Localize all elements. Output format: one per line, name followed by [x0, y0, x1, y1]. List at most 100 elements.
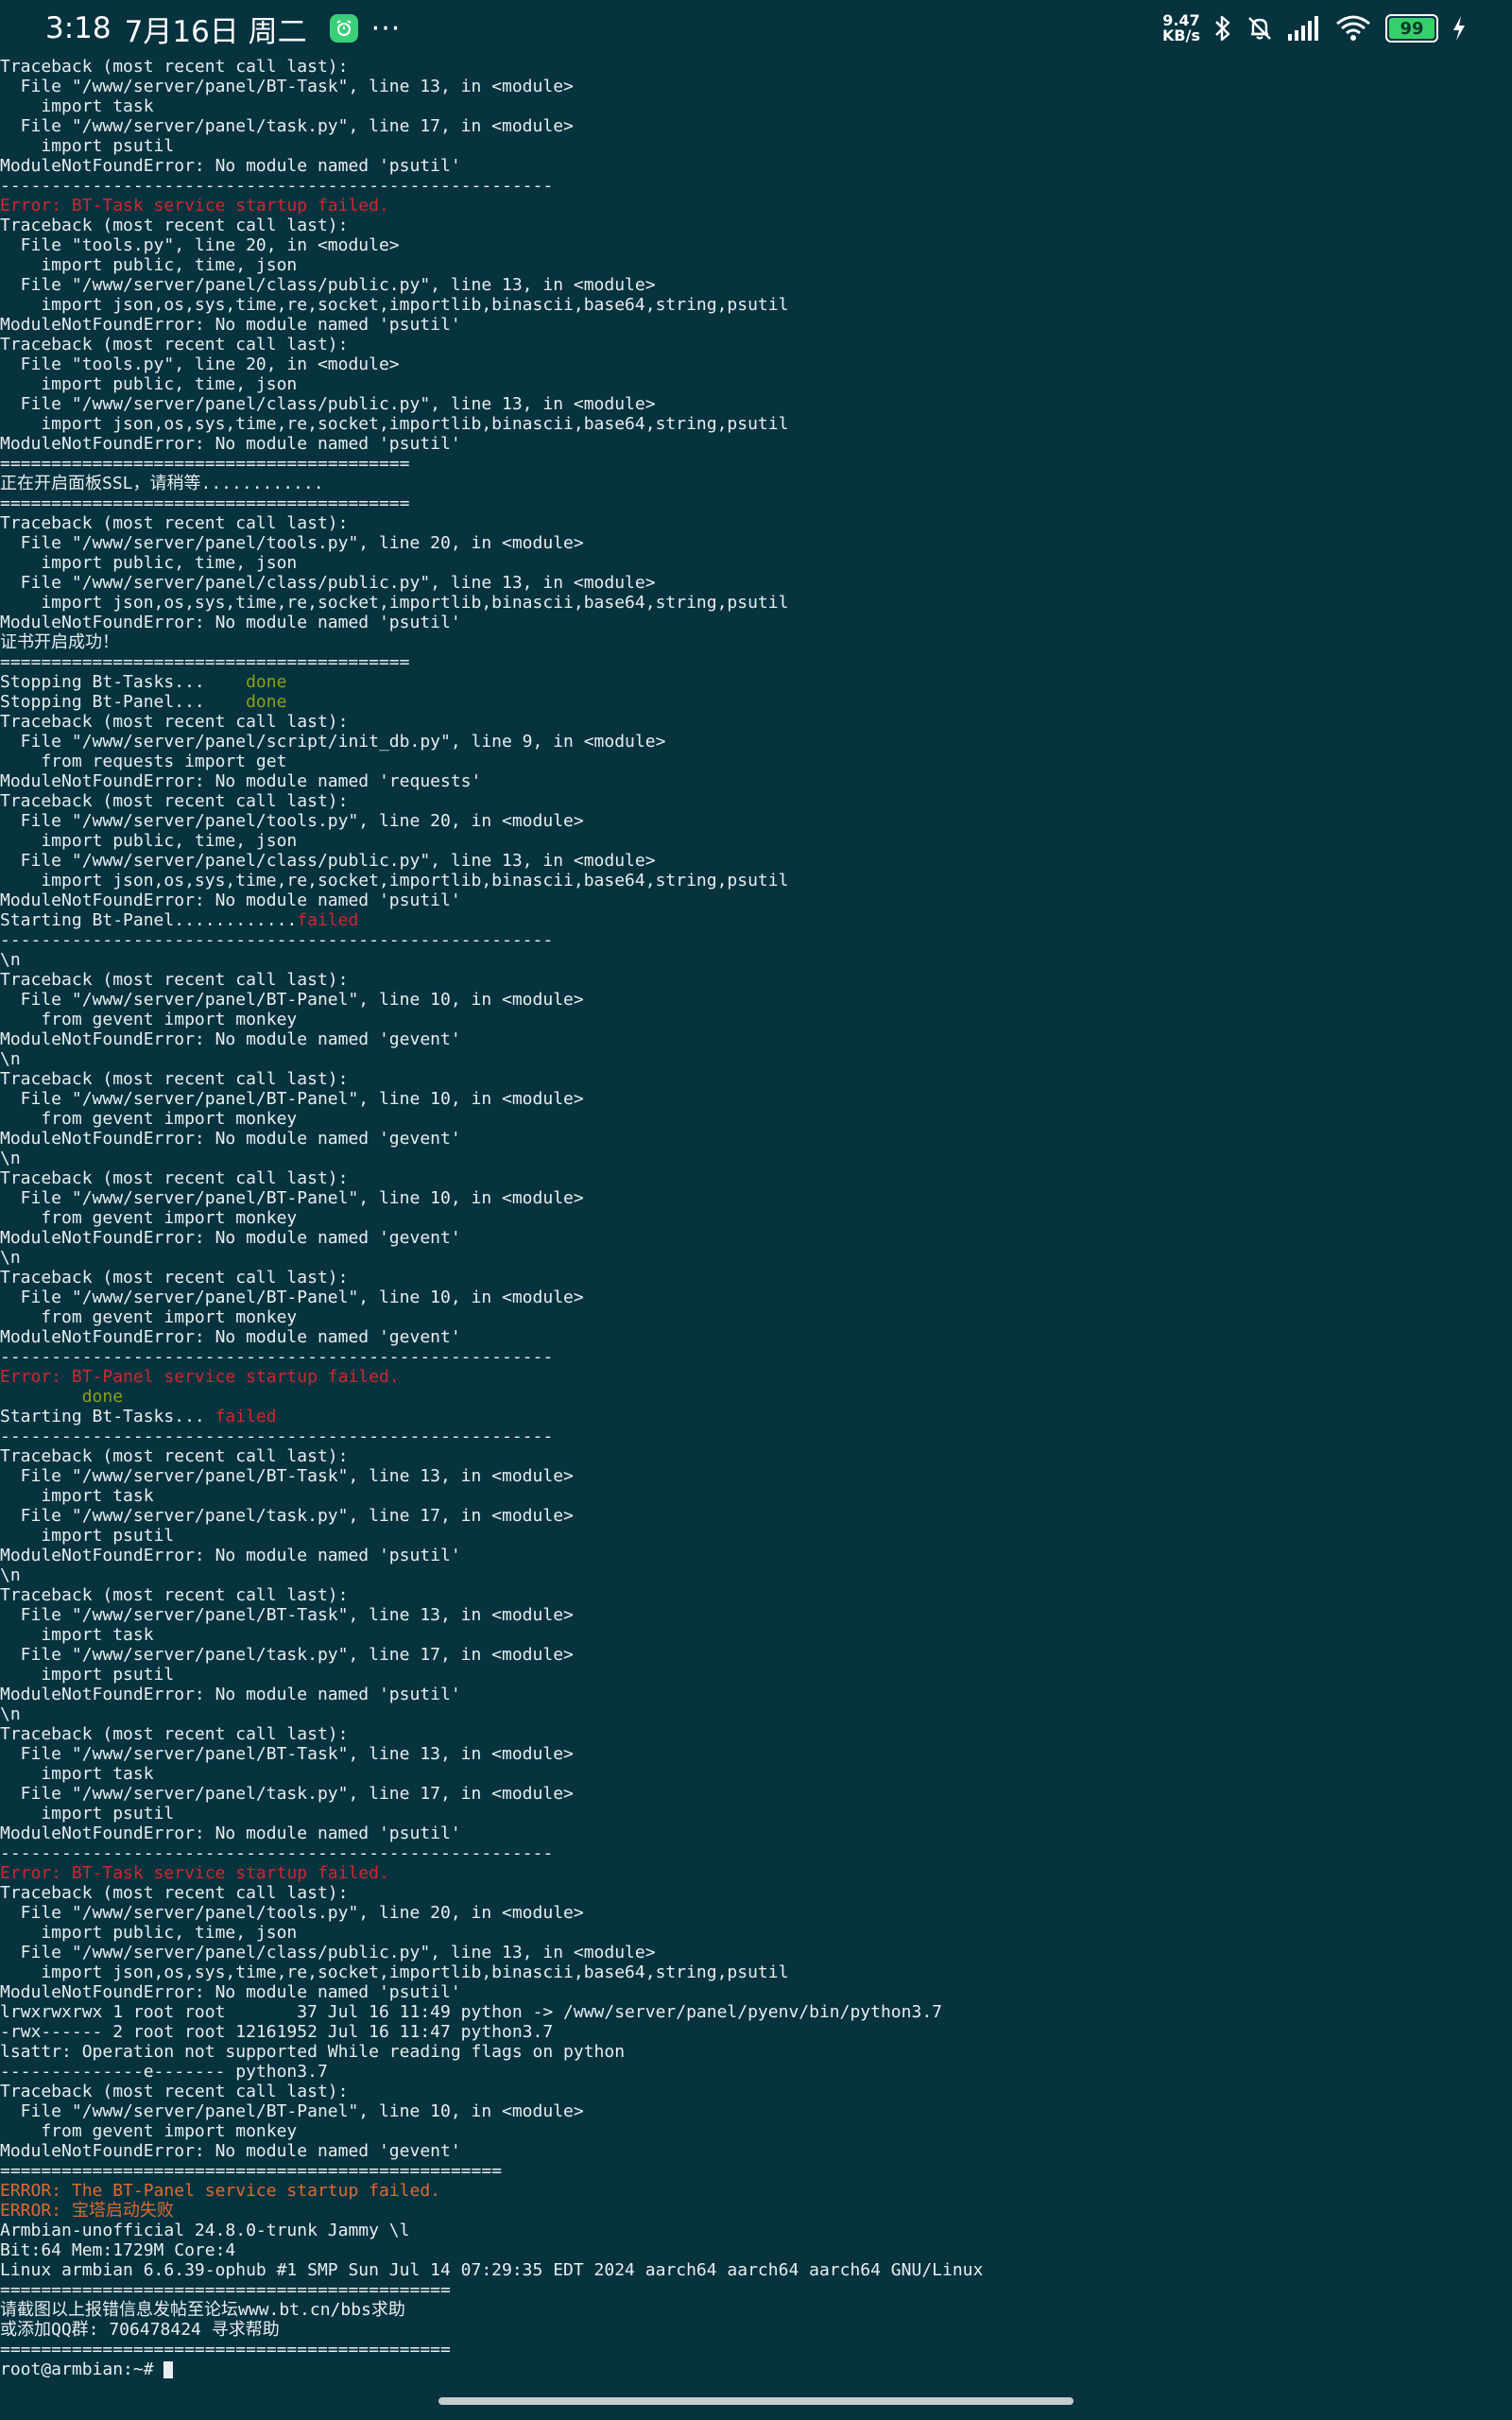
terminal-line-text: File "/www/server/panel/BT-Task", line 1…: [0, 1605, 574, 1625]
terminal-line-text: import task: [0, 1764, 154, 1784]
terminal-line: \n: [0, 950, 1512, 970]
alarm-app-icon: [329, 14, 358, 43]
terminal-line: Traceback (most recent call last):: [0, 57, 1512, 77]
terminal-line: Traceback (most recent call last):: [0, 1268, 1512, 1288]
terminal-line: ========================================…: [0, 2280, 1512, 2300]
terminal-line: root@armbian:~#: [0, 2360, 1512, 2379]
terminal-line: Error: BT-Panel service startup failed.: [0, 1367, 1512, 1387]
terminal-line: 证书开启成功！: [0, 632, 1512, 652]
terminal-line-text: import json,os,sys,time,re,socket,import…: [0, 871, 789, 890]
terminal-line: 正在开启面板SSL，请稍等............: [0, 474, 1512, 493]
terminal-line-text: ModuleNotFoundError: No module named 'ge…: [0, 2141, 461, 2161]
status-done: done: [81, 1387, 124, 1407]
terminal-line: File "/www/server/panel/tools.py", line …: [0, 1903, 1512, 1923]
terminal-line-text: \n: [0, 1565, 21, 1585]
terminal-line: ----------------------------------------…: [0, 176, 1512, 196]
terminal-line-text: File "/www/server/panel/class/public.py"…: [0, 1943, 656, 1962]
status-done: done: [246, 672, 287, 692]
terminal-line: Error: BT-Task service startup failed.: [0, 1863, 1512, 1883]
terminal-line-text: ModuleNotFoundError: No module named 'ps…: [0, 1982, 461, 2002]
terminal-line-text: ========================================…: [0, 2280, 451, 2300]
terminal-line: File "/www/server/panel/BT-Panel", line …: [0, 2101, 1512, 2121]
terminal-line: from gevent import monkey: [0, 1208, 1512, 1228]
terminal-line-text: File "/www/server/panel/task.py", line 1…: [0, 116, 574, 136]
terminal-line: ModuleNotFoundError: No module named 'ps…: [0, 156, 1512, 176]
terminal-line: ========================================: [0, 454, 1512, 474]
terminal-line: ModuleNotFoundError: No module named 'ps…: [0, 613, 1512, 632]
terminal-line: ModuleNotFoundError: No module named 'ps…: [0, 434, 1512, 454]
terminal-line-text: ERROR: The BT-Panel service startup fail…: [0, 2181, 440, 2201]
terminal-line-text: File "/www/server/panel/task.py", line 1…: [0, 1784, 574, 1804]
terminal-line: ModuleNotFoundError: No module named 'ps…: [0, 315, 1512, 335]
terminal-line-text: Starting Bt-Tasks...: [0, 1407, 215, 1426]
terminal-line-text: ModuleNotFoundError: No module named 'ge…: [0, 1129, 461, 1149]
terminal-line: lsattr: Operation not supported While re…: [0, 2042, 1512, 2062]
terminal-line-text: 请截图以上报错信息发帖至论坛www.bt.cn/bbs求助: [0, 2300, 405, 2320]
terminal-line-text: ========================================: [0, 652, 410, 672]
terminal-line-text: 或添加QQ群: 706478424 寻求帮助: [0, 2320, 280, 2340]
terminal-line: lrwxrwxrwx 1 root root 37 Jul 16 11:49 p…: [0, 2002, 1512, 2022]
terminal-line-text: Traceback (most recent call last):: [0, 1168, 349, 1188]
terminal-line: import task: [0, 1486, 1512, 1506]
terminal-output[interactable]: Traceback (most recent call last): File …: [0, 57, 1512, 2382]
terminal-line-text: \n: [0, 1704, 21, 1724]
terminal-line: \n: [0, 1248, 1512, 1268]
terminal-line-text: ----------------------------------------…: [0, 1843, 554, 1863]
terminal-line-text: File "/www/server/panel/BT-Panel", line …: [0, 1188, 584, 1208]
terminal-line: Traceback (most recent call last):: [0, 712, 1512, 732]
terminal-line: done: [0, 1387, 1512, 1407]
terminal-line: ========================================…: [0, 2340, 1512, 2360]
terminal-line-text: --------------e------- python3.7: [0, 2062, 328, 2082]
terminal-line-text: from gevent import monkey: [0, 2121, 298, 2141]
terminal-line: ModuleNotFoundError: No module named 'ge…: [0, 2141, 1512, 2161]
terminal-line-text: import psutil: [0, 1526, 175, 1546]
terminal-line: File "/www/server/panel/task.py", line 1…: [0, 1784, 1512, 1804]
terminal-line-text: Stopping Bt-Tasks...: [0, 672, 247, 692]
terminal-line: Traceback (most recent call last):: [0, 2082, 1512, 2101]
terminal-line-text: ModuleNotFoundError: No module named 'ps…: [0, 315, 461, 335]
terminal-line: Traceback (most recent call last):: [0, 1585, 1512, 1605]
terminal-line-text: ========================================…: [0, 2161, 503, 2181]
terminal-line: import public, time, json: [0, 831, 1512, 851]
terminal-line-text: Stopping Bt-Panel...: [0, 692, 247, 712]
terminal-line: File "/www/server/panel/tools.py", line …: [0, 533, 1512, 553]
terminal-line: from gevent import monkey: [0, 1109, 1512, 1129]
terminal-line-text: Traceback (most recent call last):: [0, 1268, 349, 1288]
terminal-line-text: File "tools.py", line 20, in <module>: [0, 354, 400, 374]
terminal-line-text: File "/www/server/panel/BT-Task", line 1…: [0, 1466, 574, 1486]
terminal-line-text: Starting Bt-Panel............: [0, 910, 298, 930]
terminal-line: from requests import get: [0, 752, 1512, 771]
terminal-line-text: Error: BT-Panel service startup failed.: [0, 1367, 400, 1387]
terminal-line: \n: [0, 1565, 1512, 1585]
status-date: 7月16日 周二: [124, 14, 307, 49]
terminal-line-text: root@armbian:~#: [0, 2360, 164, 2379]
terminal-line-text: from requests import get: [0, 752, 287, 771]
terminal-line: ERROR: The BT-Panel service startup fail…: [0, 2181, 1512, 2201]
terminal-line: Traceback (most recent call last):: [0, 1168, 1512, 1188]
terminal-line-text: Traceback (most recent call last):: [0, 1069, 349, 1089]
terminal-line-text: lrwxrwxrwx 1 root root 37 Jul 16 11:49 p…: [0, 2002, 942, 2022]
status-bar-right: 9.47 KB/s 99: [1162, 8, 1467, 49]
terminal-line: File "/www/server/panel/class/public.py"…: [0, 275, 1512, 295]
terminal-line-text: Traceback (most recent call last):: [0, 2082, 349, 2101]
terminal-line: Traceback (most recent call last):: [0, 1883, 1512, 1903]
terminal-cursor[interactable]: [163, 2361, 174, 2378]
terminal-line: File "/www/server/panel/tools.py", line …: [0, 811, 1512, 831]
terminal-line-text: File "/www/server/panel/tools.py", line …: [0, 811, 584, 831]
terminal-line-text: File "/www/server/panel/BT-Task", line 1…: [0, 77, 574, 96]
terminal-line: ModuleNotFoundError: No module named 'ps…: [0, 890, 1512, 910]
terminal-line: from gevent import monkey: [0, 1010, 1512, 1029]
terminal-line: Armbian-unofficial 24.8.0-trunk Jammy \l: [0, 2221, 1512, 2240]
terminal-line-text: Bit:64 Mem:1729M Core:4: [0, 2240, 236, 2260]
terminal-line: Stopping Bt-Tasks... done: [0, 672, 1512, 692]
terminal-line-text: Traceback (most recent call last):: [0, 970, 349, 990]
terminal-line-text: Traceback (most recent call last):: [0, 57, 349, 77]
terminal-line-text: Traceback (most recent call last):: [0, 712, 349, 732]
terminal-line-text: 证书开启成功！: [0, 632, 119, 652]
terminal-line: ModuleNotFoundError: No module named 're…: [0, 771, 1512, 791]
terminal-line: File "/www/server/panel/BT-Panel", line …: [0, 1188, 1512, 1208]
terminal-line: ModuleNotFoundError: No module named 'ge…: [0, 1129, 1512, 1149]
terminal-line-text: File "/www/server/panel/tools.py", line …: [0, 533, 584, 553]
terminal-line-text: File "/www/server/panel/BT-Panel", line …: [0, 1288, 584, 1307]
home-indicator[interactable]: [438, 2397, 1074, 2405]
